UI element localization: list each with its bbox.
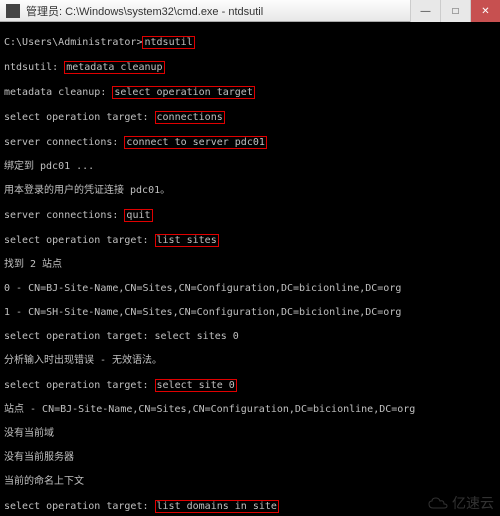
console-line: select operation target: connections bbox=[4, 111, 496, 124]
console-line: 当前的命名上下文 bbox=[4, 476, 496, 488]
console-line: 0 - CN=BJ-Site-Name,CN=Sites,CN=Configur… bbox=[4, 283, 496, 295]
console-line: ntdsutil: metadata cleanup bbox=[4, 61, 496, 74]
cmd-select-site-0: select site 0 bbox=[155, 379, 237, 392]
cmd-icon bbox=[6, 4, 20, 18]
minimize-button[interactable]: — bbox=[410, 0, 440, 22]
maximize-button[interactable]: □ bbox=[440, 0, 470, 22]
console-line: C:\Users\Administrator>ntdsutil bbox=[4, 36, 496, 49]
console-line: 分析输入时出现错误 - 无效语法。 bbox=[4, 355, 496, 367]
cmd-select-op-target: select operation target bbox=[112, 86, 254, 99]
cmd-metadata-cleanup: metadata cleanup bbox=[64, 61, 164, 74]
cmd-list-sites: list sites bbox=[155, 234, 219, 247]
console-line: metadata cleanup: select operation targe… bbox=[4, 86, 496, 99]
window-title: 管理员: C:\Windows\system32\cmd.exe - ntdsu… bbox=[26, 3, 410, 19]
console-line: 1 - CN=SH-Site-Name,CN=Sites,CN=Configur… bbox=[4, 307, 496, 319]
console-line: 用本登录的用户的凭证连接 pdc01。 bbox=[4, 185, 496, 197]
console-output[interactable]: C:\Users\Administrator>ntdsutil ntdsutil… bbox=[0, 22, 500, 516]
console-line: 站点 - CN=BJ-Site-Name,CN=Sites,CN=Configu… bbox=[4, 404, 496, 416]
cmd-connect-server: connect to server pdc01 bbox=[124, 136, 266, 149]
cmd-ntdsutil: ntdsutil bbox=[142, 36, 194, 49]
close-button[interactable]: ✕ bbox=[470, 0, 500, 22]
window-buttons: — □ ✕ bbox=[410, 0, 500, 21]
console-line: 绑定到 pdc01 ... bbox=[4, 161, 496, 173]
console-line: 找到 2 站点 bbox=[4, 259, 496, 271]
titlebar[interactable]: 管理员: C:\Windows\system32\cmd.exe - ntdsu… bbox=[0, 0, 500, 22]
console-line: select operation target: select sites 0 bbox=[4, 331, 496, 343]
cmd-quit: quit bbox=[124, 209, 152, 222]
console-line: select operation target: select site 0 bbox=[4, 379, 496, 392]
console-line: 没有当前服务器 bbox=[4, 452, 496, 464]
cmd-connections: connections bbox=[155, 111, 225, 124]
console-line: select operation target: list domains in… bbox=[4, 500, 496, 513]
cmd-window: 管理员: C:\Windows\system32\cmd.exe - ntdsu… bbox=[0, 0, 500, 516]
console-line: 没有当前域 bbox=[4, 428, 496, 440]
console-line: server connections: quit bbox=[4, 209, 496, 222]
console-line: server connections: connect to server pd… bbox=[4, 136, 496, 149]
console-line: select operation target: list sites bbox=[4, 234, 496, 247]
cmd-list-domains: list domains in site bbox=[155, 500, 279, 513]
